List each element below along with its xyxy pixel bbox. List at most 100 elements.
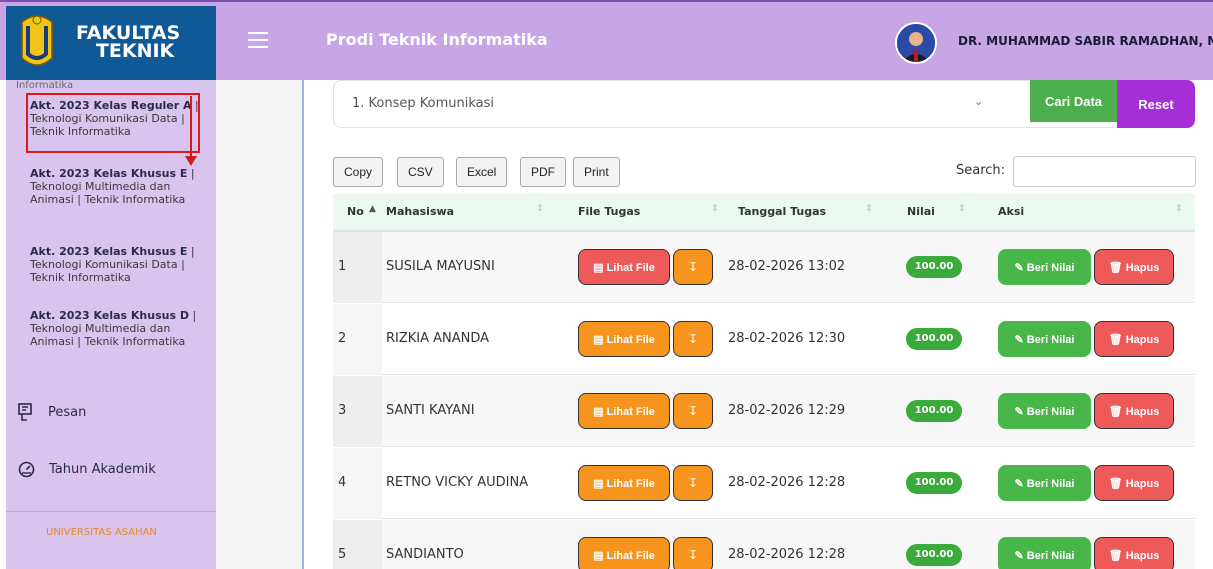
sort-icon[interactable]: ⇕ xyxy=(865,204,873,214)
download-icon: ↧ xyxy=(687,548,699,562)
delete-label: Hapus xyxy=(1125,261,1160,274)
column-header-nilai[interactable]: Nilai xyxy=(907,205,935,218)
print-button[interactable]: Print xyxy=(573,157,620,187)
delete-label: Hapus xyxy=(1125,405,1160,418)
trash-icon: 🗑 xyxy=(1108,405,1126,418)
download-button[interactable]: ↧ xyxy=(673,321,713,357)
copy-button[interactable]: Copy xyxy=(333,157,384,187)
download-button[interactable]: ↧ xyxy=(673,537,713,569)
student-name: SUSILA MAYUSNI xyxy=(386,259,495,274)
file-icon: ▤ xyxy=(593,405,607,418)
sort-icon[interactable]: ⇕ xyxy=(1175,204,1183,214)
pencil-icon: ✎ xyxy=(1014,405,1027,418)
sidebar-item-class[interactable]: Akt. 2023 Kelas Khusus D | Teknologi Mul… xyxy=(30,309,202,348)
view-file-label: Lihat File xyxy=(606,477,655,490)
row-number: 1 xyxy=(338,259,347,274)
content-gutter xyxy=(216,80,304,569)
delete-button[interactable]: 🗑 Hapus xyxy=(1094,321,1174,357)
view-file-button[interactable]: ▤ Lihat File xyxy=(578,321,670,357)
download-button[interactable]: ↧ xyxy=(673,393,713,429)
delete-label: Hapus xyxy=(1125,477,1160,490)
excel-button[interactable]: Excel xyxy=(456,157,508,187)
column-header-tanggal-tugas[interactable]: Tanggal Tugas xyxy=(738,205,826,218)
brand-line2: TEKNIK xyxy=(95,40,175,62)
sidebar-divider xyxy=(6,511,216,512)
column-header-mahasiswa[interactable]: Mahasiswa xyxy=(386,205,454,218)
score-badge: 100.00 xyxy=(906,472,962,494)
grade-label: Beri Nilai xyxy=(1026,549,1075,562)
brand-name: FAKULTAS TEKNIK xyxy=(76,24,180,62)
download-icon: ↧ xyxy=(687,332,699,346)
sort-asc-icon[interactable]: ▲ xyxy=(369,204,376,214)
view-file-button[interactable]: ▤ Lihat File xyxy=(578,537,670,569)
search-input[interactable] xyxy=(1013,156,1196,187)
trash-icon: 🗑 xyxy=(1108,261,1126,274)
grade-label: Beri Nilai xyxy=(1026,261,1075,274)
view-file-label: Lihat File xyxy=(606,405,655,418)
row-number-cell: 4 xyxy=(333,448,382,519)
download-icon: ↧ xyxy=(687,260,699,274)
table-row: 4 RETNO VICKY AUDINA ▤ Lihat File ↧ 28-0… xyxy=(333,448,1195,519)
annotation-arrow xyxy=(190,96,192,160)
delete-button[interactable]: 🗑 Hapus xyxy=(1094,537,1174,569)
table-header: No ▲ Mahasiswa ⇕ File Tugas ⇕ Tanggal Tu… xyxy=(333,194,1195,232)
avatar[interactable] xyxy=(895,22,937,64)
menu-toggle-icon[interactable] xyxy=(248,32,268,48)
course-select-value: 1. Konsep Komunikasi xyxy=(352,96,494,111)
view-file-button[interactable]: ▤ Lihat File xyxy=(578,393,670,429)
grade-button[interactable]: ✎ Beri Nilai xyxy=(998,321,1091,357)
download-button[interactable]: ↧ xyxy=(673,249,713,285)
delete-button[interactable]: 🗑 Hapus xyxy=(1094,465,1174,501)
user-name[interactable]: DR. MUHAMMAD SABIR RAMADHAN, M.KOM xyxy=(958,34,1213,48)
student-name: SANDIANTO xyxy=(386,547,464,562)
search-data-button[interactable]: Cari Data xyxy=(1030,80,1117,122)
grade-button[interactable]: ✎ Beri Nilai xyxy=(998,465,1091,501)
reset-button[interactable]: Reset xyxy=(1117,80,1195,128)
student-name: RIZKIA ANANDA xyxy=(386,331,490,346)
column-header-file-tugas[interactable]: File Tugas xyxy=(578,205,640,218)
row-number-cell: 2 xyxy=(333,304,382,375)
column-header-no[interactable]: No xyxy=(347,205,364,218)
class-title: Akt. 2023 Kelas Khusus D xyxy=(30,309,189,322)
top-header: FAKULTAS TEKNIK Prodi Teknik Informatika… xyxy=(0,0,1213,82)
delete-button[interactable]: 🗑 Hapus xyxy=(1094,249,1174,285)
brand[interactable]: FAKULTAS TEKNIK xyxy=(6,6,216,82)
view-file-label: Lihat File xyxy=(606,333,655,346)
arrow-down-icon xyxy=(185,156,197,166)
class-title: Akt. 2023 Kelas Khusus E xyxy=(30,245,188,258)
sidebar-item-tahun-akademik[interactable]: Tahun Akademik xyxy=(18,461,156,478)
grade-label: Beri Nilai xyxy=(1026,333,1075,346)
sort-icon[interactable]: ⇕ xyxy=(711,204,719,214)
submission-date: 28-02-2026 12:28 xyxy=(728,475,846,490)
csv-button[interactable]: CSV xyxy=(397,157,444,187)
view-file-button[interactable]: ▤ Lihat File xyxy=(578,249,670,285)
user-photo-icon xyxy=(897,24,935,62)
grade-button[interactable]: ✎ Beri Nilai xyxy=(998,537,1091,569)
sidebar-item-class[interactable]: Akt. 2023 Kelas Khusus E | Teknologi Mul… xyxy=(30,167,202,206)
sort-icon[interactable]: ⇕ xyxy=(958,204,966,214)
delete-button[interactable]: 🗑 Hapus xyxy=(1094,393,1174,429)
trash-icon: 🗑 xyxy=(1108,477,1126,490)
submission-date: 28-02-2026 13:02 xyxy=(728,259,846,274)
grade-button[interactable]: ✎ Beri Nilai xyxy=(998,249,1091,285)
message-icon xyxy=(18,403,32,421)
submission-date: 28-02-2026 12:30 xyxy=(728,331,846,346)
column-header-aksi[interactable]: Aksi xyxy=(998,205,1024,218)
row-number: 3 xyxy=(338,403,347,418)
pencil-icon: ✎ xyxy=(1014,333,1027,346)
view-file-button[interactable]: ▤ Lihat File xyxy=(578,465,670,501)
score-badge: 100.00 xyxy=(906,256,962,278)
download-button[interactable]: ↧ xyxy=(673,465,713,501)
sidebar-item-pesan[interactable]: Pesan xyxy=(18,403,86,421)
delete-label: Hapus xyxy=(1125,333,1160,346)
pdf-button[interactable]: PDF xyxy=(520,157,566,187)
chevron-down-icon: ⌄ xyxy=(974,95,984,108)
grade-button[interactable]: ✎ Beri Nilai xyxy=(998,393,1091,429)
sidebar-item-class[interactable]: Akt. 2023 Kelas Khusus E | Teknologi Kom… xyxy=(30,245,202,284)
score-badge: 100.00 xyxy=(906,544,962,566)
sort-icon[interactable]: ⇕ xyxy=(536,204,544,214)
student-name: RETNO VICKY AUDINA xyxy=(386,475,529,490)
row-number: 4 xyxy=(338,475,347,490)
submission-date: 28-02-2026 12:29 xyxy=(728,403,846,418)
file-icon: ▤ xyxy=(593,261,607,274)
